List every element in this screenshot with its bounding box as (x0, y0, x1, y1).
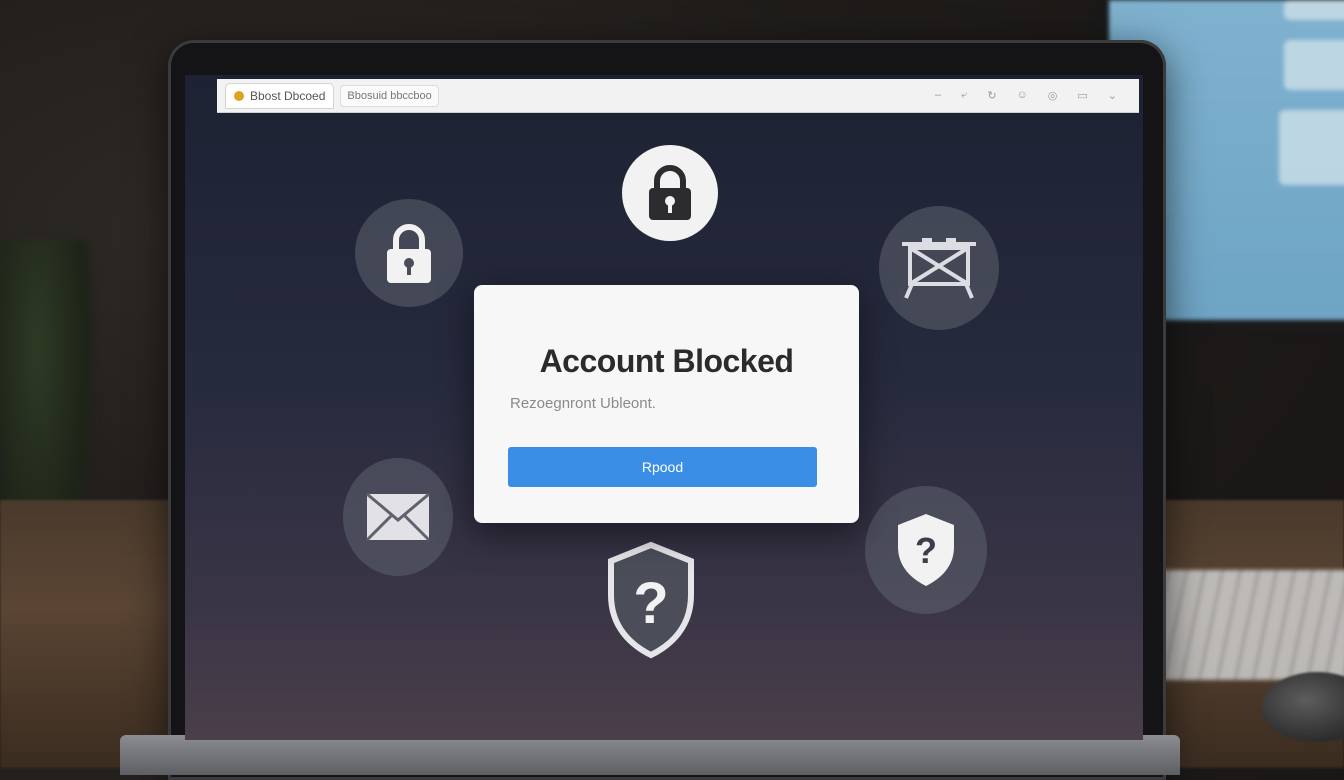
browser-tab[interactable]: Bbost Dbcoed (225, 82, 335, 109)
svg-text:?: ? (915, 530, 937, 571)
back-icon[interactable]: ⤶ (961, 89, 967, 102)
refresh-icon[interactable]: ↻ (987, 89, 996, 102)
account-blocked-dialog: Account Blocked Rezoegnront Ubleont. Rpo… (474, 285, 859, 523)
dialog-title: Account Blocked (539, 343, 794, 379)
favicon-icon (234, 90, 244, 101)
profile-icon[interactable]: ☺ (1017, 89, 1028, 102)
settings-icon[interactable]: ◎ (1048, 89, 1058, 102)
minimize-icon[interactable]: – (935, 89, 941, 102)
blocked-network-icon (879, 206, 999, 330)
shield-question-icon: ? (605, 541, 697, 661)
dialog-subtitle: Rezoegnront Ubleont. (510, 395, 656, 412)
screen-icon[interactable]: ▭ (1077, 89, 1087, 102)
dialog-primary-button[interactable]: Rpood (508, 447, 817, 487)
lock-icon (622, 145, 718, 241)
laptop-base (120, 735, 1180, 775)
padlock-icon (355, 199, 463, 307)
tab-title: Bbost Dbcoed (250, 88, 326, 103)
toolbar-icons: – ⤶ ↻ ☺ ◎ ▭ ⌄ (935, 89, 1139, 102)
mail-icon (343, 458, 453, 576)
browser-toolbar: Bbost Dbcoed Bbosuid bbccboo – ⤶ ↻ ☺ ◎ ▭… (217, 79, 1139, 113)
laptop-screen: Bbost Dbcoed Bbosuid bbccboo – ⤶ ↻ ☺ ◎ ▭… (185, 75, 1143, 740)
chevron-down-icon[interactable]: ⌄ (1108, 89, 1117, 102)
svg-text:?: ? (633, 571, 668, 636)
shield-question-icon: ? (865, 486, 987, 614)
address-bar[interactable]: Bbosuid bbccboo (340, 84, 439, 107)
